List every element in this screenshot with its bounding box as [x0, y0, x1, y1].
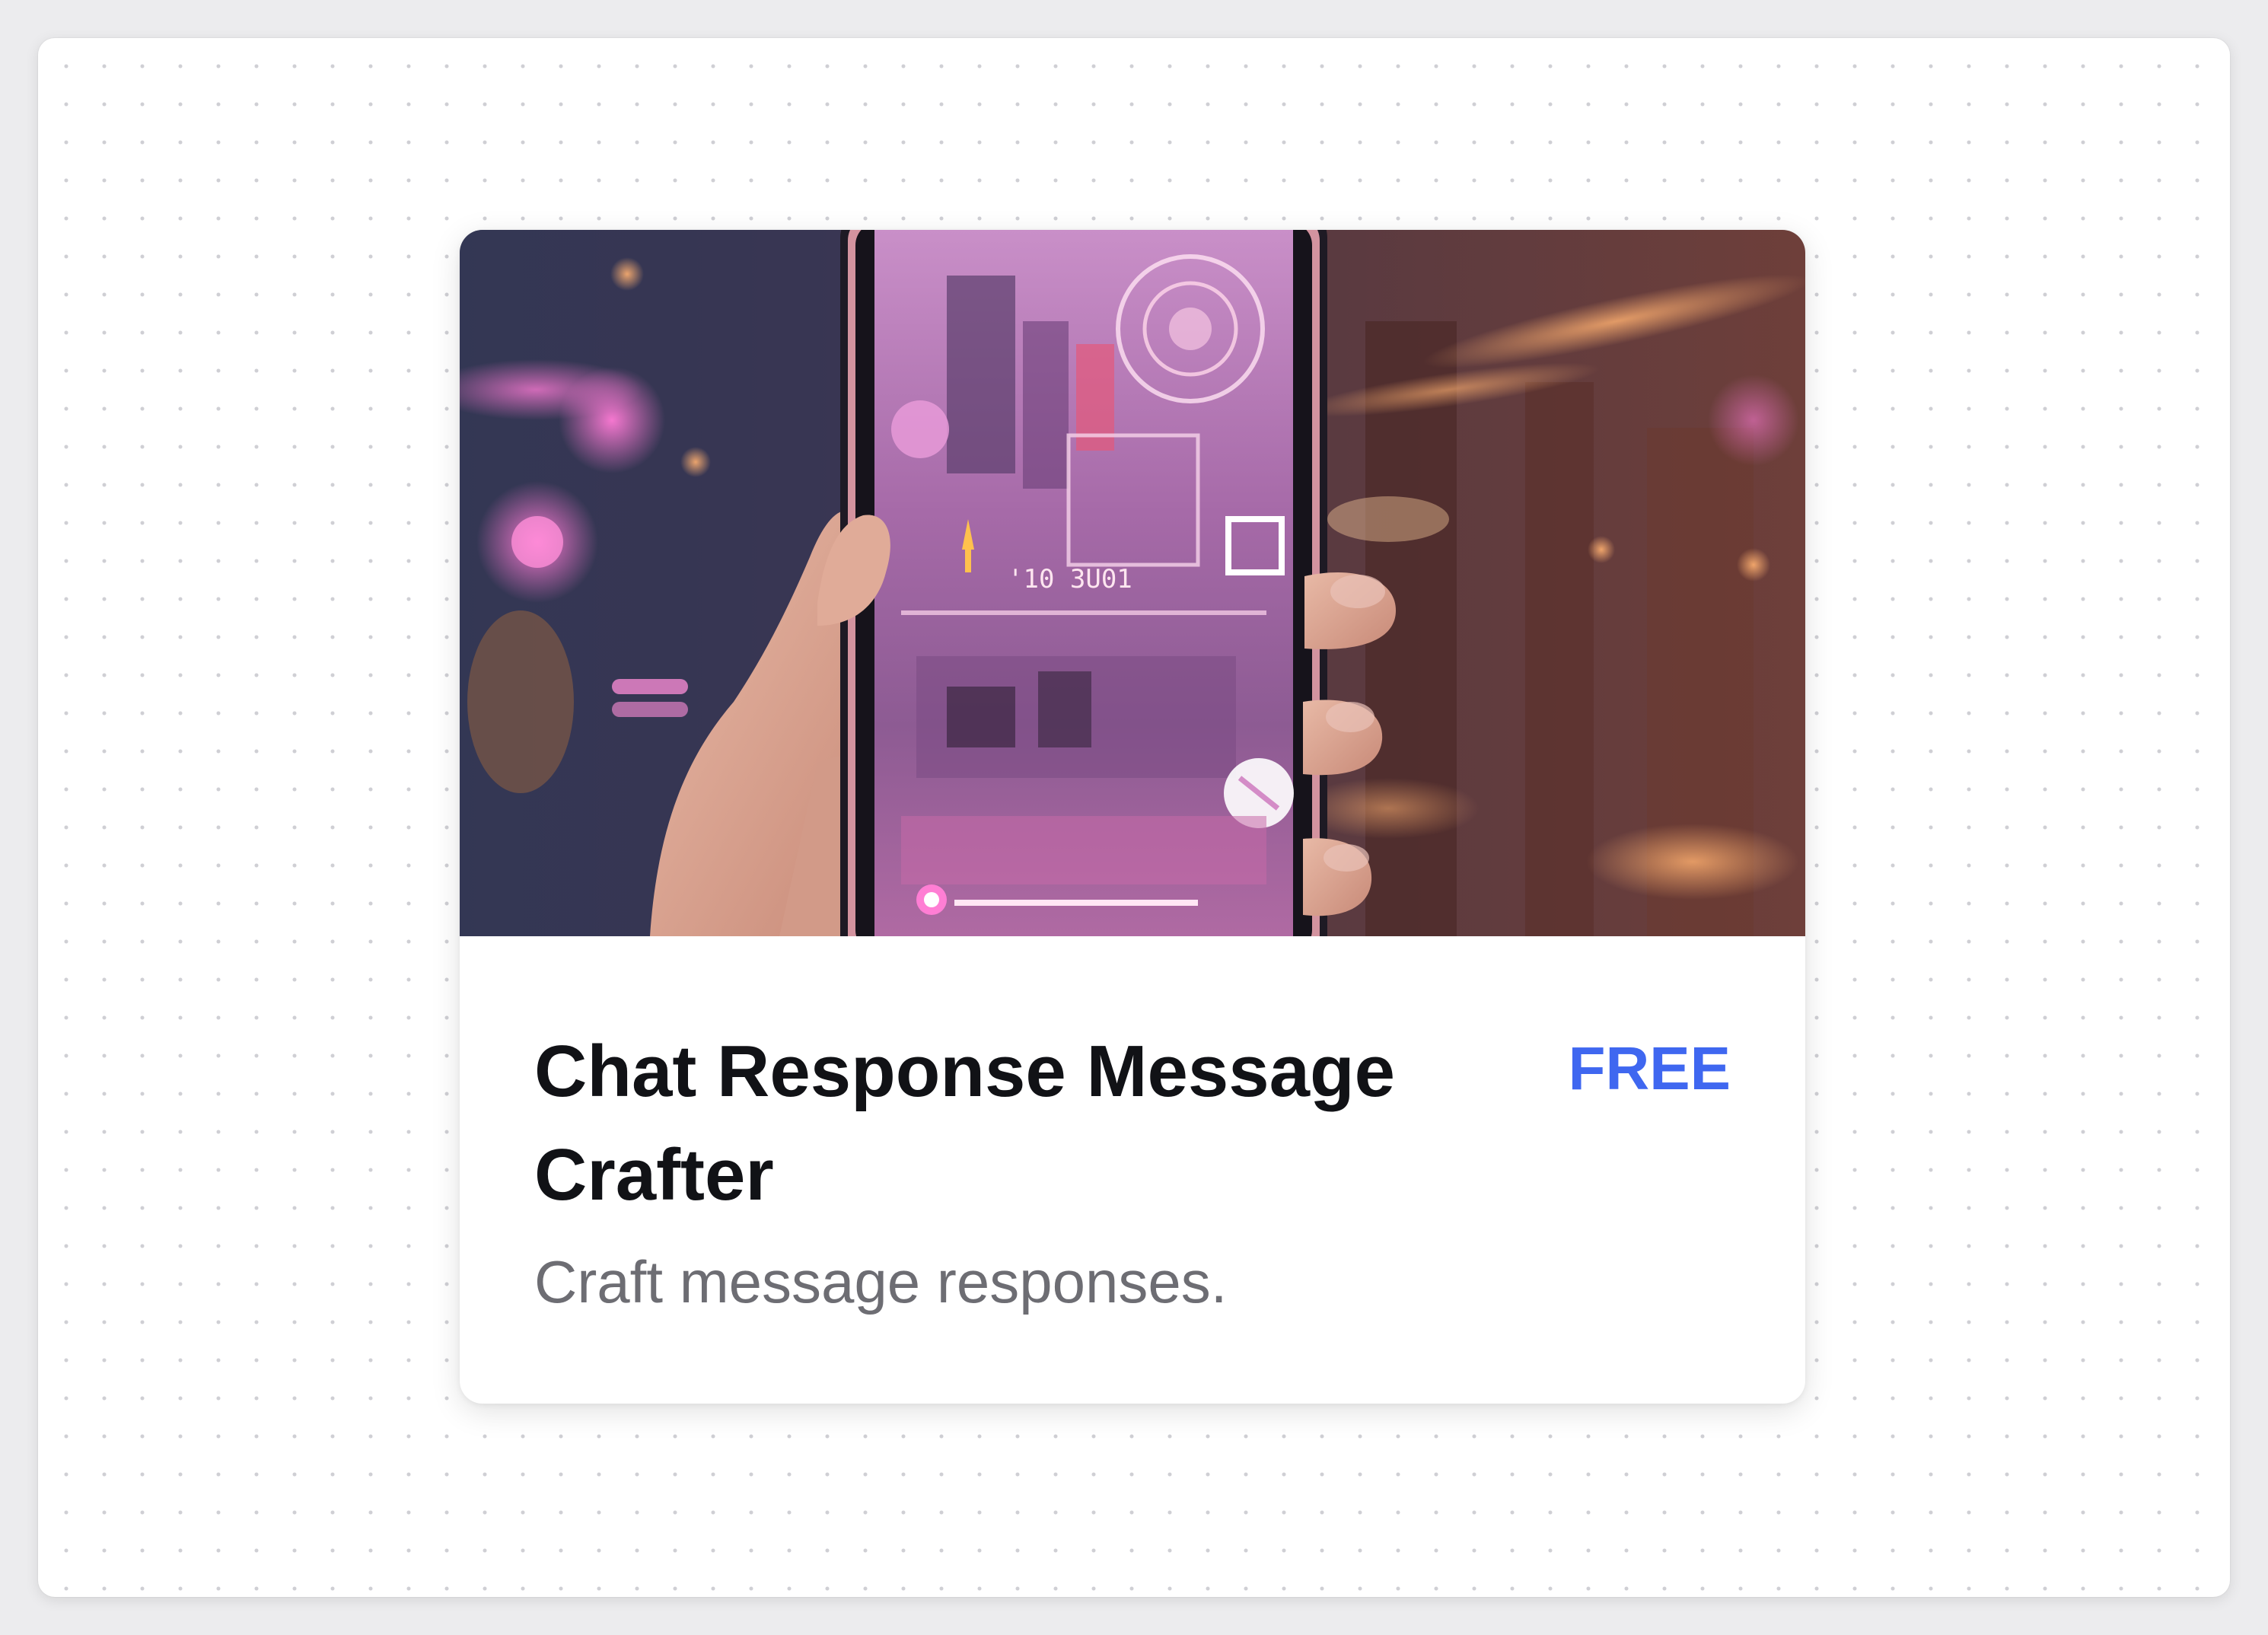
card-body: Chat Response Message Crafter FREE Craft… — [460, 936, 1805, 1404]
product-card[interactable]: '10 3U01 Chat Response Message Crafter F… — [460, 230, 1805, 1404]
dotted-canvas: '10 3U01 Chat Response Message Crafter F… — [38, 38, 2230, 1597]
price-badge: FREE — [1568, 1034, 1731, 1102]
card-title[interactable]: Chat Response Message Crafter — [534, 1020, 1432, 1227]
phone-screen-text: '10 3U01 — [1008, 564, 1132, 594]
product-image: '10 3U01 — [460, 230, 1805, 936]
card-description: Craft message responses. — [534, 1248, 1228, 1315]
